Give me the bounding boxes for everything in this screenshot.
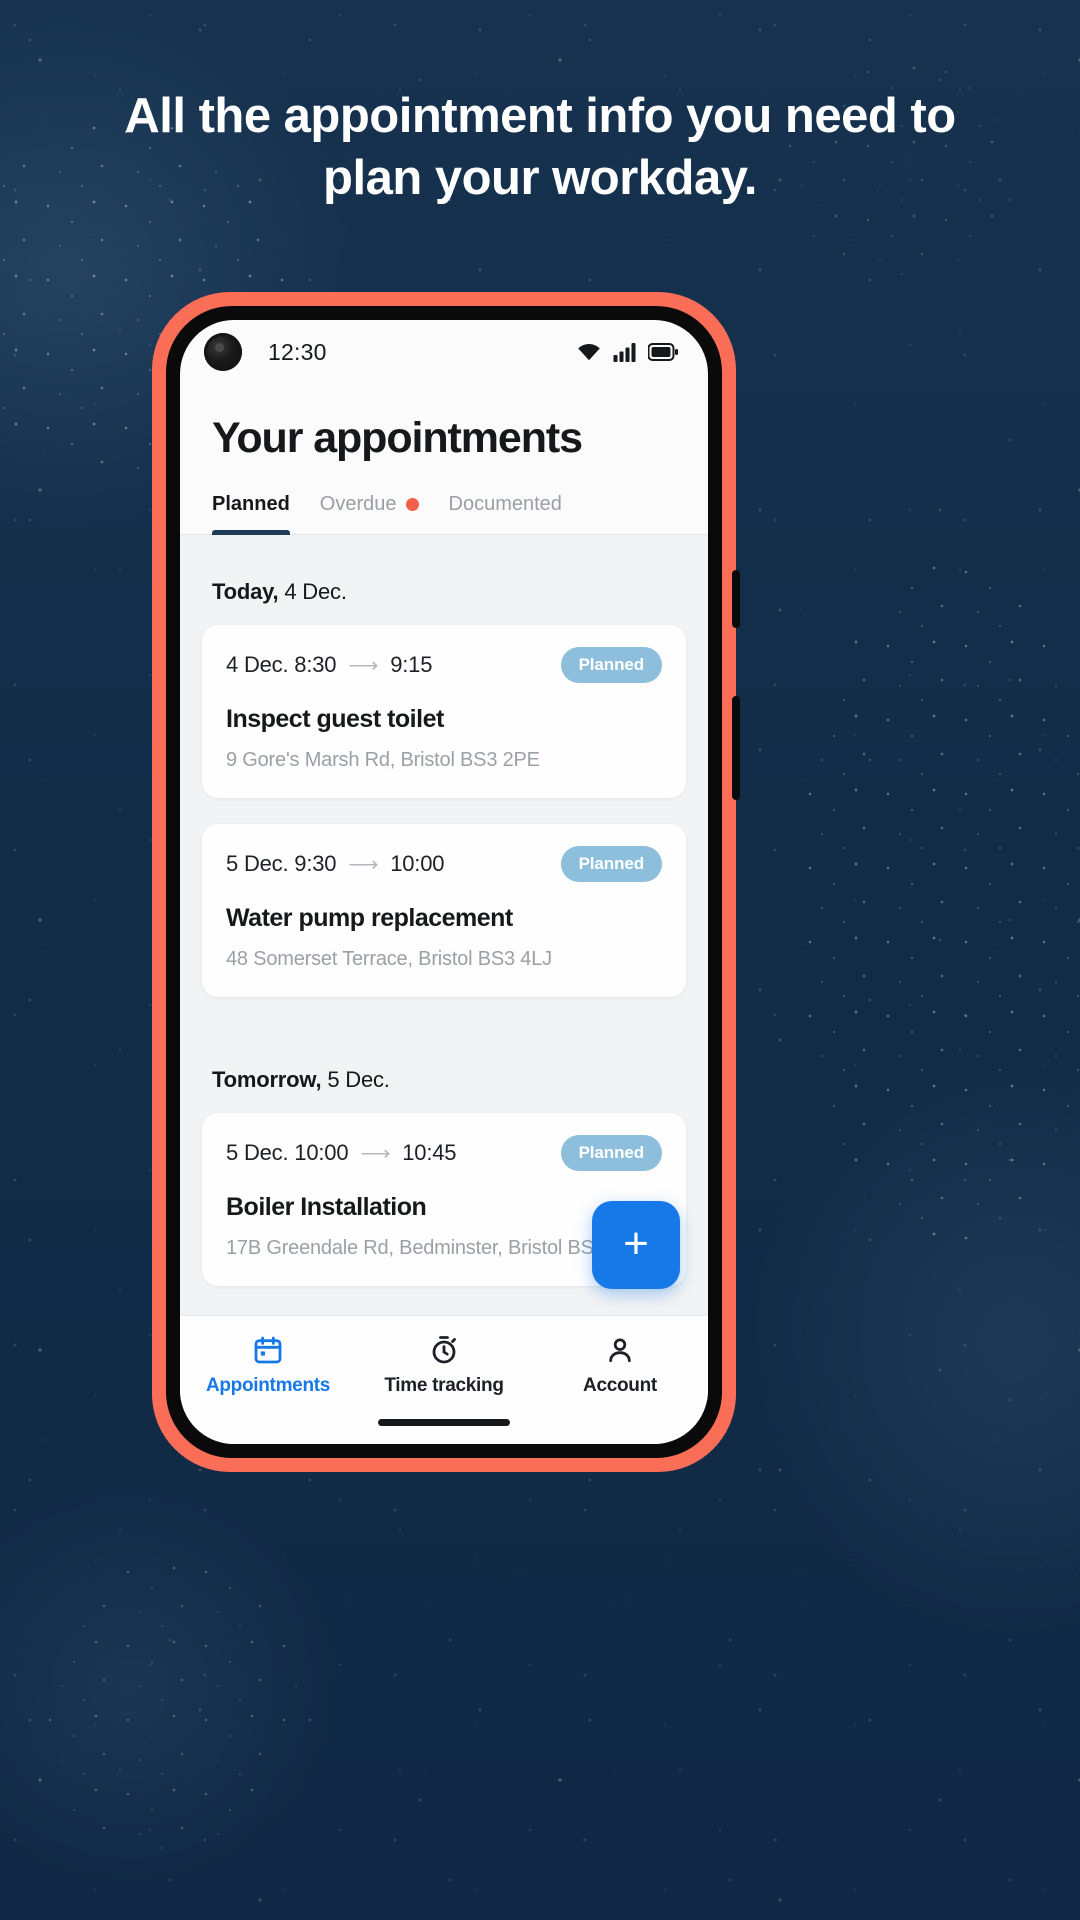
day-header-tomorrow-date: 5 Dec. (321, 1067, 390, 1092)
appointment-time-range: 4 Dec. 8:30 ⟶ 9:15 (226, 652, 432, 678)
appointment-card-top: 5 Dec. 10:00 ⟶ 10:45 Planned (226, 1135, 662, 1171)
day-header-today: Today, 4 Dec. (202, 535, 686, 625)
tab-overdue-label: Overdue (319, 493, 397, 515)
nav-label-time-tracking: Time tracking (384, 1375, 504, 1396)
promo-headline: All the appointment info you need to pla… (124, 89, 956, 205)
overdue-notification-dot-icon (405, 498, 419, 511)
star-cluster-bottom-left (40, 1560, 300, 1860)
phone-side-button-power (732, 696, 740, 800)
appointment-card-top: 4 Dec. 8:30 ⟶ 9:15 Planned (226, 647, 662, 683)
tab-documented[interactable]: Documented (449, 493, 562, 534)
star-cluster-right (800, 560, 1080, 1260)
appointment-start-time: 5 Dec. 10:00 (226, 1140, 349, 1165)
day-header-today-date: 4 Dec. (278, 579, 347, 604)
appointment-title: Water pump replacement (226, 904, 513, 932)
appointment-start-time: 5 Dec. 9:30 (226, 851, 337, 876)
day-header-today-label: Today, (212, 579, 279, 604)
calendar-icon (252, 1334, 284, 1366)
appointment-end-time: 9:15 (390, 652, 433, 677)
appointment-card-top: 5 Dec. 9:30 ⟶ 10:00 Planned (226, 846, 662, 882)
appointment-end-time: 10:45 (402, 1140, 457, 1165)
appointment-address: 48 Somerset Terrace, Bristol BS3 4LJ (226, 948, 552, 970)
battery-icon (648, 343, 678, 361)
nav-item-time-tracking[interactable]: Time tracking (356, 1334, 532, 1397)
page-title: Your appointments (212, 414, 583, 462)
front-camera-icon (204, 333, 242, 371)
status-bar: 12:30 (180, 320, 708, 384)
appointment-title: Inspect guest toilet (226, 705, 444, 733)
stopwatch-icon (428, 1334, 460, 1366)
nav-item-account[interactable]: Account (532, 1334, 708, 1397)
home-indicator-bar[interactable] (378, 1419, 510, 1426)
arrow-right-icon: ⟶ (348, 653, 379, 677)
cellular-signal-icon (613, 342, 637, 362)
appointment-time-range: 5 Dec. 10:00 ⟶ 10:45 (226, 1140, 457, 1166)
appointment-end-time: 10:00 (390, 851, 445, 876)
appointment-start-time: 4 Dec. 8:30 (226, 652, 337, 677)
day-header-tomorrow-label: Tomorrow, (212, 1067, 322, 1092)
tab-documented-label: Documented (448, 493, 562, 515)
tab-overdue[interactable]: Overdue (320, 493, 419, 534)
tab-planned-label: Planned (212, 493, 290, 515)
status-badge: Planned (560, 846, 662, 882)
phone-screen: 12:30 Your appointments Planned Overdue … (180, 320, 708, 1444)
nav-item-appointments[interactable]: Appointments (180, 1334, 356, 1397)
status-bar-icons (576, 342, 678, 362)
phone-side-button-volume (732, 570, 740, 628)
bottom-navigation: Appointments Time tracking Account (180, 1315, 708, 1407)
person-icon (604, 1334, 636, 1366)
appointment-address: 9 Gore's Marsh Rd, Bristol BS3 2PE (226, 749, 540, 771)
add-appointment-fab[interactable]: + (592, 1201, 680, 1289)
arrow-right-icon: ⟶ (348, 852, 379, 876)
nav-label-account: Account (583, 1375, 657, 1396)
appointment-time-range: 5 Dec. 9:30 ⟶ 10:00 (226, 851, 444, 877)
status-badge: Planned (560, 1135, 662, 1171)
plus-icon: + (623, 1218, 649, 1268)
nav-label-appointments: Appointments (205, 1375, 331, 1396)
wifi-icon (576, 342, 602, 362)
tab-bar: Planned Overdue Documented (180, 463, 708, 535)
arrow-right-icon: ⟶ (360, 1141, 391, 1165)
home-indicator-area (180, 1407, 708, 1444)
phone-bezel: 12:30 Your appointments Planned Overdue … (166, 306, 722, 1458)
appointment-list[interactable]: Today, 4 Dec. 4 Dec. 8:30 ⟶ 9:15 Planned… (180, 535, 708, 1315)
status-badge: Planned (560, 647, 662, 683)
appointment-card[interactable]: 4 Dec. 8:30 ⟶ 9:15 Planned Inspect guest… (202, 625, 686, 798)
appointment-card[interactable]: 5 Dec. 9:30 ⟶ 10:00 Planned Water pump r… (202, 824, 686, 997)
tab-planned[interactable]: Planned (212, 493, 290, 535)
status-bar-clock: 12:30 (268, 338, 327, 365)
phone-mockup: 12:30 Your appointments Planned Overdue … (152, 292, 740, 1472)
day-header-tomorrow: Tomorrow, 5 Dec. (202, 1023, 686, 1113)
